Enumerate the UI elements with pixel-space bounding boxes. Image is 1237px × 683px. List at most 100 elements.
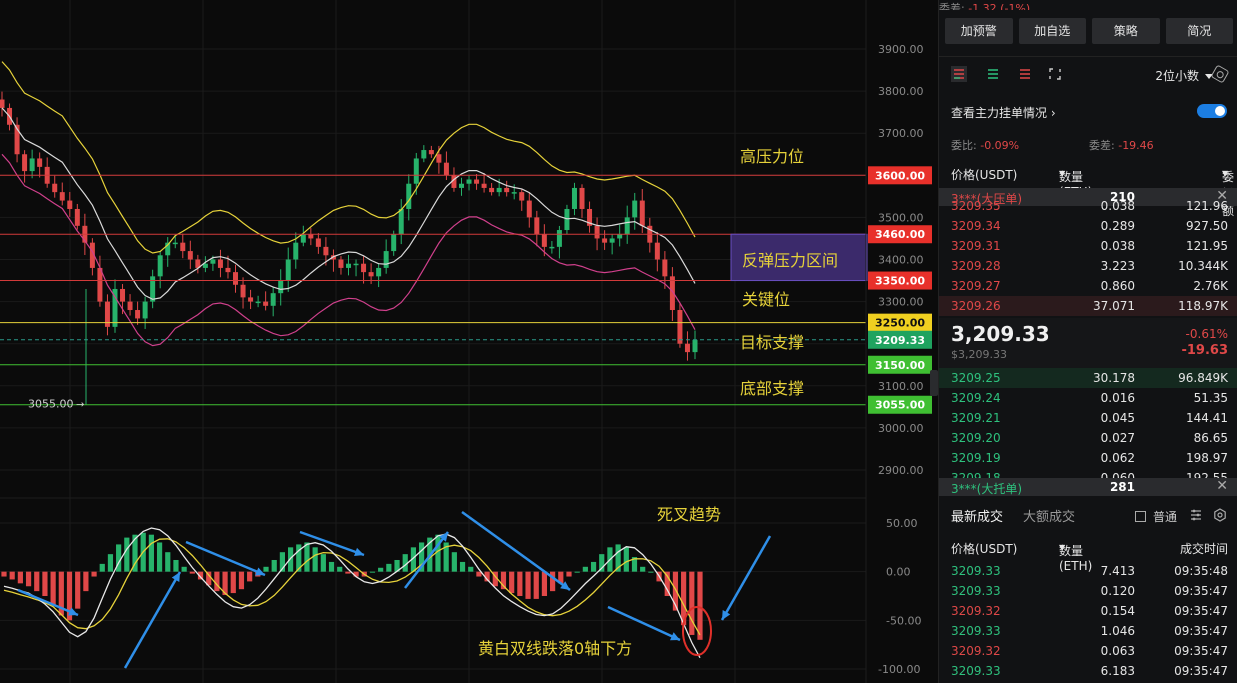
book-header-qty[interactable]: 数量 (ETH) ▾ <box>1059 166 1092 199</box>
candle-body <box>22 154 28 172</box>
settings-icon[interactable] <box>1213 508 1227 522</box>
alert-button[interactable]: 加预警 <box>945 18 1013 44</box>
ask-row[interactable]: 3209.31 0.038 121.95 <box>939 236 1237 256</box>
level-label: 3055.00 <box>875 399 925 412</box>
collapse-handle[interactable] <box>930 370 938 396</box>
candle-body <box>29 158 35 172</box>
trade-price: 3209.32 <box>951 604 1001 618</box>
big-bid-bar: 3***(大托单) 281 ✕ <box>939 478 1237 496</box>
candle-body <box>413 158 419 184</box>
trade-time: 09:35:47 <box>1174 644 1228 658</box>
ask-amount: 2.76K <box>1193 279 1228 293</box>
top-strip-label: 委差: <box>939 2 965 10</box>
candle-body <box>323 246 329 256</box>
bid-row[interactable]: 3209.21 0.045 144.41 <box>939 408 1237 428</box>
price-change-pct: -0.61% <box>1185 327 1228 341</box>
expand-icon[interactable] <box>1047 66 1063 82</box>
tab-latest-trades[interactable]: 最新成交 <box>951 506 1003 525</box>
candle-body <box>398 208 404 235</box>
macd-bar <box>304 542 310 572</box>
bid-amount: 51.35 <box>1193 391 1228 405</box>
candle-body <box>421 150 427 159</box>
diff-label: 委差: <box>1089 139 1115 152</box>
trend-arrow-head <box>354 547 364 557</box>
candle-body <box>0 99 5 108</box>
trend-arrow <box>185 540 266 577</box>
bid-amount: 144.41 <box>1186 411 1228 425</box>
depth-toggle[interactable] <box>1197 104 1227 118</box>
candle-body <box>489 187 495 193</box>
bid-row[interactable]: 3209.20 0.027 86.65 <box>939 428 1237 448</box>
macd-bar <box>271 559 277 572</box>
bid-row[interactable]: 3209.25 30.178 96.849K <box>939 368 1237 388</box>
candle-body <box>632 200 638 218</box>
filter-icon[interactable] <box>1189 508 1203 522</box>
candle-body <box>474 179 480 184</box>
book-bids-icon[interactable] <box>985 66 1001 82</box>
overview-button[interactable]: 简况 <box>1165 18 1233 44</box>
macd-bar <box>517 571 523 596</box>
candle-body <box>172 242 178 245</box>
order-diff: 委差: -19.46 <box>1089 137 1154 153</box>
bid-qty: 0.062 <box>1100 451 1135 465</box>
trade-price: 3209.33 <box>951 664 1001 678</box>
normal-checkbox[interactable] <box>1135 511 1146 522</box>
divider <box>939 56 1237 57</box>
chart-area[interactable]: 3900.00 3800.00 3700.00 3600.00 3500.00 3400.… <box>0 0 936 683</box>
bid-qty: 0.016 <box>1100 391 1135 405</box>
candle-body <box>37 158 43 167</box>
big-bid-label: 3***(大托单) <box>951 482 1022 496</box>
ask-row[interactable]: 3209.35 0.038 121.96 <box>939 196 1237 216</box>
bid-price: 3209.20 <box>951 431 1001 445</box>
ask-row[interactable]: 3209.27 0.860 2.76K <box>939 276 1237 296</box>
bid-row[interactable]: 3209.19 0.062 198.97 <box>939 448 1237 468</box>
last-price: 3,209.33 <box>951 322 1050 346</box>
macd-bar <box>75 571 81 609</box>
macd-bar <box>247 571 253 582</box>
candle-body <box>285 259 291 281</box>
annotation-label: 反弹压力区间 <box>742 251 838 270</box>
macd-bar <box>525 571 531 599</box>
macd-bar <box>320 554 326 572</box>
trade-header-time: 成交时间 <box>1179 542 1228 556</box>
bid-price: 3209.24 <box>951 391 1001 405</box>
bid-price: 3209.21 <box>951 411 1001 425</box>
macd-bar <box>328 561 335 572</box>
bid-price: 3209.19 <box>951 451 1001 465</box>
watchlist-button[interactable]: 加自选 <box>1018 18 1086 44</box>
book-both-icon[interactable] <box>951 66 967 82</box>
ask-row[interactable]: 3209.34 0.289 927.50 <box>939 216 1237 236</box>
annotation-label: 关键位 <box>742 290 790 309</box>
macd-bar <box>378 567 384 572</box>
y-tick-label: 3100.00 <box>878 380 924 393</box>
macd-bar <box>582 566 588 572</box>
strategy-button[interactable]: 策略 <box>1092 18 1160 44</box>
candle-body <box>594 225 600 239</box>
macd-bar <box>689 571 695 635</box>
ask-row[interactable]: 3209.26 37.071 118.97K <box>939 296 1237 316</box>
candle-body <box>624 217 630 235</box>
bid-amount: 86.65 <box>1193 431 1228 445</box>
candle-body <box>549 246 555 249</box>
trade-header-qty[interactable]: 数量(ETH) ▾ <box>1059 540 1092 573</box>
candle-body <box>59 192 65 201</box>
book-header-amount[interactable]: 委托额 ▾ <box>1222 166 1234 218</box>
bid-amount: 96.849K <box>1178 371 1228 385</box>
book-asks-icon[interactable] <box>1017 66 1033 82</box>
macd-bar <box>566 571 572 577</box>
price-chart[interactable]: 3900.00 3800.00 3700.00 3600.00 3500.00 3400.… <box>0 0 936 683</box>
y-tick-label: 3400.00 <box>878 254 924 267</box>
decimals-select[interactable]: 2位小数 <box>1155 67 1213 84</box>
trade-time: 09:35:47 <box>1174 584 1228 598</box>
candle-body <box>526 200 532 218</box>
close-icon[interactable]: ✕ <box>1216 478 1228 494</box>
candle-body <box>346 263 351 268</box>
macd-bar <box>34 571 40 592</box>
macd-bar <box>107 554 114 572</box>
tab-large-trades[interactable]: 大额成交 <box>1023 506 1075 525</box>
macd-bar <box>42 571 48 596</box>
ask-row[interactable]: 3209.28 3.223 10.344K <box>939 256 1237 276</box>
bid-row[interactable]: 3209.24 0.016 51.35 <box>939 388 1237 408</box>
trade-qty: 0.154 <box>1100 604 1135 618</box>
candle-body <box>458 183 464 188</box>
